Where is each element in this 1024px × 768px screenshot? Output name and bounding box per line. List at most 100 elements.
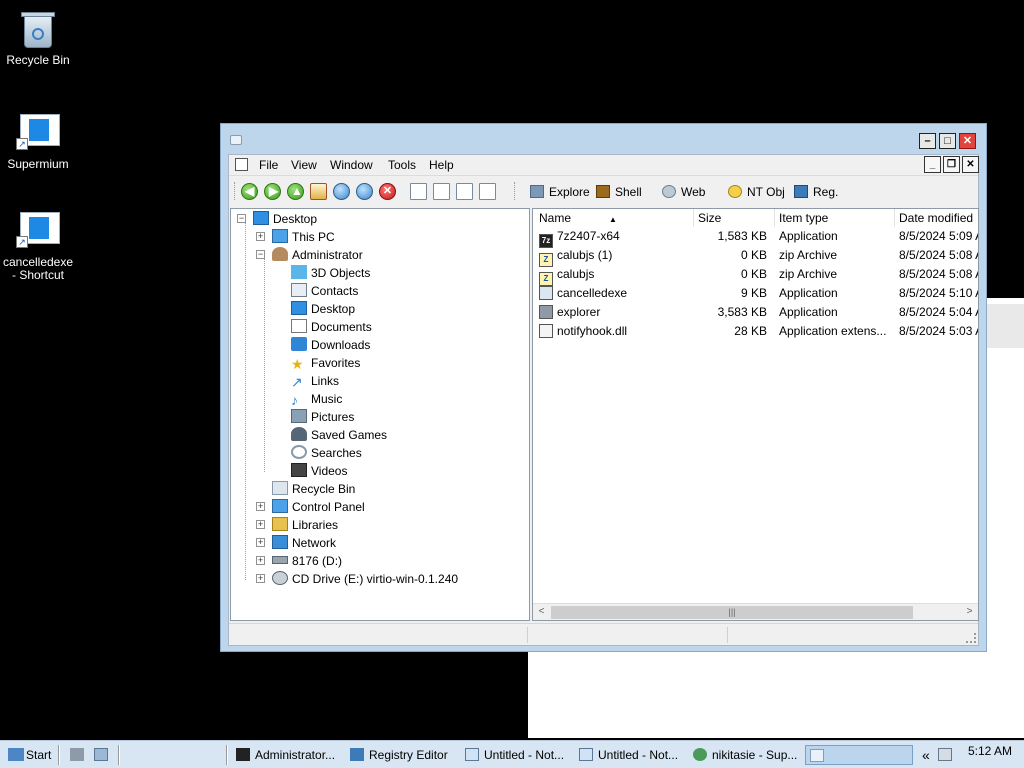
start-button[interactable]: Start xyxy=(8,744,51,766)
tree-item-saved-games[interactable]: Saved Games xyxy=(291,426,387,444)
expand-toggle[interactable]: + xyxy=(256,574,265,583)
task-active-window[interactable] xyxy=(805,745,913,765)
registry-button[interactable]: Reg. xyxy=(813,185,838,199)
tree-label: Pictures xyxy=(311,410,355,424)
scrollbar-thumb[interactable]: ||| xyxy=(551,606,913,619)
resize-grip-icon[interactable] xyxy=(966,633,976,643)
desktop-icon-recycle-bin[interactable]: Recycle Bin xyxy=(0,8,76,67)
close-button[interactable]: ✕ xyxy=(959,133,976,149)
mdi-close-button[interactable]: ✕ xyxy=(962,156,979,173)
tree-item-music[interactable]: ♪ Music xyxy=(291,390,342,408)
menu-window[interactable]: Window xyxy=(330,158,373,172)
shell-button[interactable]: Shell xyxy=(615,185,642,199)
expand-toggle[interactable]: + xyxy=(256,232,265,241)
monitor-icon[interactable] xyxy=(938,744,957,766)
file-row[interactable]: explorer 3,583 KB Application 8/5/2024 5… xyxy=(533,303,978,322)
menu-help[interactable]: Help xyxy=(429,158,454,172)
mdi-restore-button[interactable]: ❐ xyxy=(943,156,960,173)
tree-item-desktop[interactable]: Desktop xyxy=(291,300,355,318)
tree-item-recycle-bin[interactable]: Recycle Bin xyxy=(272,480,355,498)
tree-item-3d-objects[interactable]: 3D Objects xyxy=(291,264,370,282)
maximize-button[interactable]: □ xyxy=(939,133,956,149)
tree-label: Videos xyxy=(311,464,348,478)
tree-item-searches[interactable]: Searches xyxy=(291,444,362,462)
application-icon: ↗ xyxy=(16,210,60,252)
toolbar-grip[interactable] xyxy=(514,182,517,200)
file-date: 8/5/2024 5:08 A xyxy=(899,267,979,281)
file-list[interactable]: Name ▲ Size Item type Date modified 7z 7z2… xyxy=(532,208,979,621)
quicklaunch-show-desktop[interactable] xyxy=(70,744,89,766)
window-app-icon[interactable] xyxy=(230,135,242,145)
column-header-name[interactable]: Name ▲ xyxy=(535,209,694,227)
minimize-button[interactable]: – xyxy=(919,133,936,149)
view-icon[interactable] xyxy=(410,183,427,200)
file-name: explorer xyxy=(557,305,601,319)
document-icon[interactable] xyxy=(235,158,248,171)
tile-horizontal-icon[interactable] xyxy=(456,183,473,200)
explore-button[interactable]: Explore xyxy=(549,185,590,199)
scroll-right-icon[interactable]: > xyxy=(961,604,978,620)
column-header-size[interactable]: Size xyxy=(694,209,775,227)
menu-view[interactable]: View xyxy=(291,158,317,172)
tree-item-documents[interactable]: Documents xyxy=(291,318,372,336)
tree-item-links[interactable]: ↗ Links xyxy=(291,372,339,390)
menu-tools[interactable]: Tools xyxy=(388,158,416,172)
task-notepad-1[interactable]: Untitled - Not... xyxy=(465,744,564,766)
tray-expand-button[interactable]: « xyxy=(922,744,930,766)
column-header-date-modified[interactable]: Date modified xyxy=(895,209,978,227)
toolbar-grip[interactable] xyxy=(234,182,237,200)
mdi-minimize-button[interactable]: _ xyxy=(924,156,941,173)
expand-toggle[interactable]: + xyxy=(256,538,265,547)
quicklaunch-explorer[interactable] xyxy=(94,744,113,766)
task-supermium[interactable]: nikitasie - Sup... xyxy=(693,744,797,766)
tile-vertical-icon[interactable] xyxy=(479,183,496,200)
tree-item-contacts[interactable]: Contacts xyxy=(291,282,358,300)
forward-arrow-icon[interactable]: ▶ xyxy=(264,183,281,200)
back-arrow-icon[interactable]: ◀ xyxy=(241,183,258,200)
tree-item-desktop-root[interactable]: Desktop xyxy=(253,210,317,228)
tree-item-libraries[interactable]: Libraries xyxy=(272,516,338,534)
file-row[interactable]: Zcalubjs (1) 0 KB zip Archive 8/5/2024 5… xyxy=(533,246,978,267)
cascade-icon[interactable] xyxy=(433,183,450,200)
nt-obj-button[interactable]: NT Obj xyxy=(747,185,785,199)
column-label: Size xyxy=(698,211,722,225)
file-row[interactable]: Zcalubjs 0 KB zip Archive 8/5/2024 5:08 … xyxy=(533,265,979,286)
tree-item-network[interactable]: Network xyxy=(272,534,336,552)
file-row[interactable]: cancelledexe 9 KB Application 8/5/2024 5… xyxy=(533,284,978,303)
task-notepad-2[interactable]: Untitled - Not... xyxy=(579,744,678,766)
tree-item-drive-e[interactable]: CD Drive (E:) virtio-win-0.1.240 xyxy=(272,570,458,588)
tree-item-favorites[interactable]: ★ Favorites xyxy=(291,354,360,372)
taskbar-clock[interactable]: 5:12 AM xyxy=(962,743,1018,759)
desktop-icon-cancelledexe-shortcut[interactable]: ↗ cancelledexe - Shortcut xyxy=(0,210,76,282)
horizontal-scrollbar[interactable]: < ||| > xyxy=(533,603,978,620)
folder-tree[interactable]: − Desktop + This PC − Administrator 3D O… xyxy=(230,208,530,621)
home-icon[interactable] xyxy=(310,183,327,200)
column-header-item-type[interactable]: Item type xyxy=(775,209,895,227)
expand-toggle[interactable]: + xyxy=(256,502,265,511)
tree-item-pictures[interactable]: Pictures xyxy=(291,408,354,426)
task-registry-editor[interactable]: Registry Editor xyxy=(350,744,448,766)
collapse-toggle[interactable]: − xyxy=(237,214,246,223)
title-bar[interactable]: – □ ✕ xyxy=(221,124,986,154)
expand-toggle[interactable]: + xyxy=(256,556,265,565)
scroll-left-icon[interactable]: < xyxy=(533,604,550,620)
tree-label: Control Panel xyxy=(292,500,365,514)
tree-item-administrator[interactable]: Administrator xyxy=(272,246,363,264)
refresh-icon[interactable] xyxy=(356,183,373,200)
collapse-toggle[interactable]: − xyxy=(256,250,265,259)
search-icon[interactable] xyxy=(333,183,350,200)
file-row[interactable]: notifyhook.dll 28 KB Application extens.… xyxy=(533,322,978,341)
tree-item-this-pc[interactable]: This PC xyxy=(272,228,335,246)
task-administrator[interactable]: Administrator... xyxy=(236,744,335,766)
tree-item-videos[interactable]: Videos xyxy=(291,462,347,480)
up-arrow-icon[interactable]: ▲ xyxy=(287,183,304,200)
file-row[interactable]: 7z 7z2407-x64 1,583 KB Application 8/5/20… xyxy=(533,227,978,248)
tree-item-control-panel[interactable]: Control Panel xyxy=(272,498,365,516)
tree-item-downloads[interactable]: Downloads xyxy=(291,336,370,354)
stop-icon[interactable]: ✕ xyxy=(379,183,396,200)
tree-item-drive-d[interactable]: 8176 (D:) xyxy=(272,552,342,570)
expand-toggle[interactable]: + xyxy=(256,520,265,529)
menu-file[interactable]: File xyxy=(259,158,278,172)
web-button[interactable]: Web xyxy=(681,185,705,199)
desktop-icon-supermium[interactable]: ↗ Supermium xyxy=(0,112,76,171)
